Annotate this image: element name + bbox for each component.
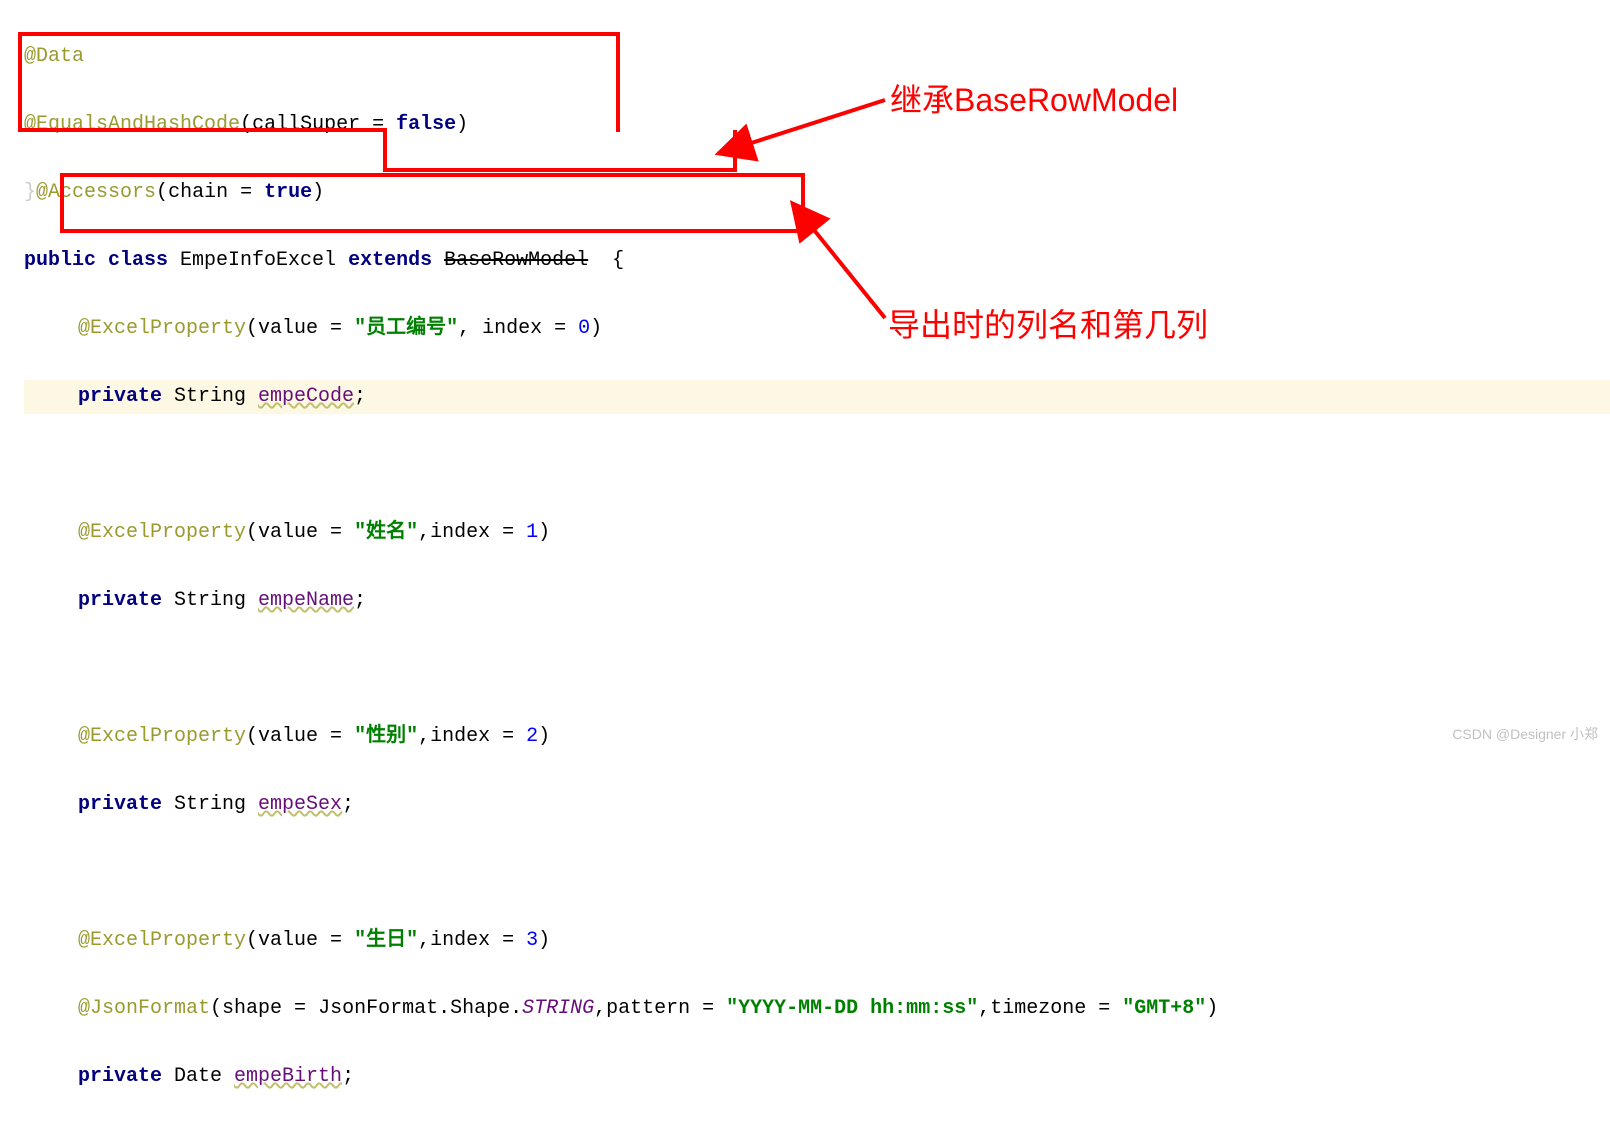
- annotation: @EqualsAndHashCode: [24, 113, 240, 136]
- field: empeCode: [258, 385, 354, 408]
- annotation: @ExcelProperty: [78, 317, 246, 340]
- annotation: @ExcelProperty: [78, 521, 246, 544]
- watermark: CSDN @Designer 小郑: [1452, 724, 1598, 744]
- annotation: @ExcelProperty: [78, 725, 246, 748]
- code-block: @Data @EqualsAndHashCode(callSuper = fal…: [0, 0, 1610, 1128]
- annotation: @Data: [24, 45, 84, 68]
- annotation: @JsonFormat: [78, 997, 210, 1020]
- field: empeBirth: [234, 1065, 342, 1088]
- annotation: @ExcelProperty: [78, 929, 246, 952]
- base-class: BaseRowModel: [444, 249, 588, 272]
- field: empeName: [258, 589, 354, 612]
- annotation: @Accessors: [36, 181, 156, 204]
- field: empeSex: [258, 793, 342, 816]
